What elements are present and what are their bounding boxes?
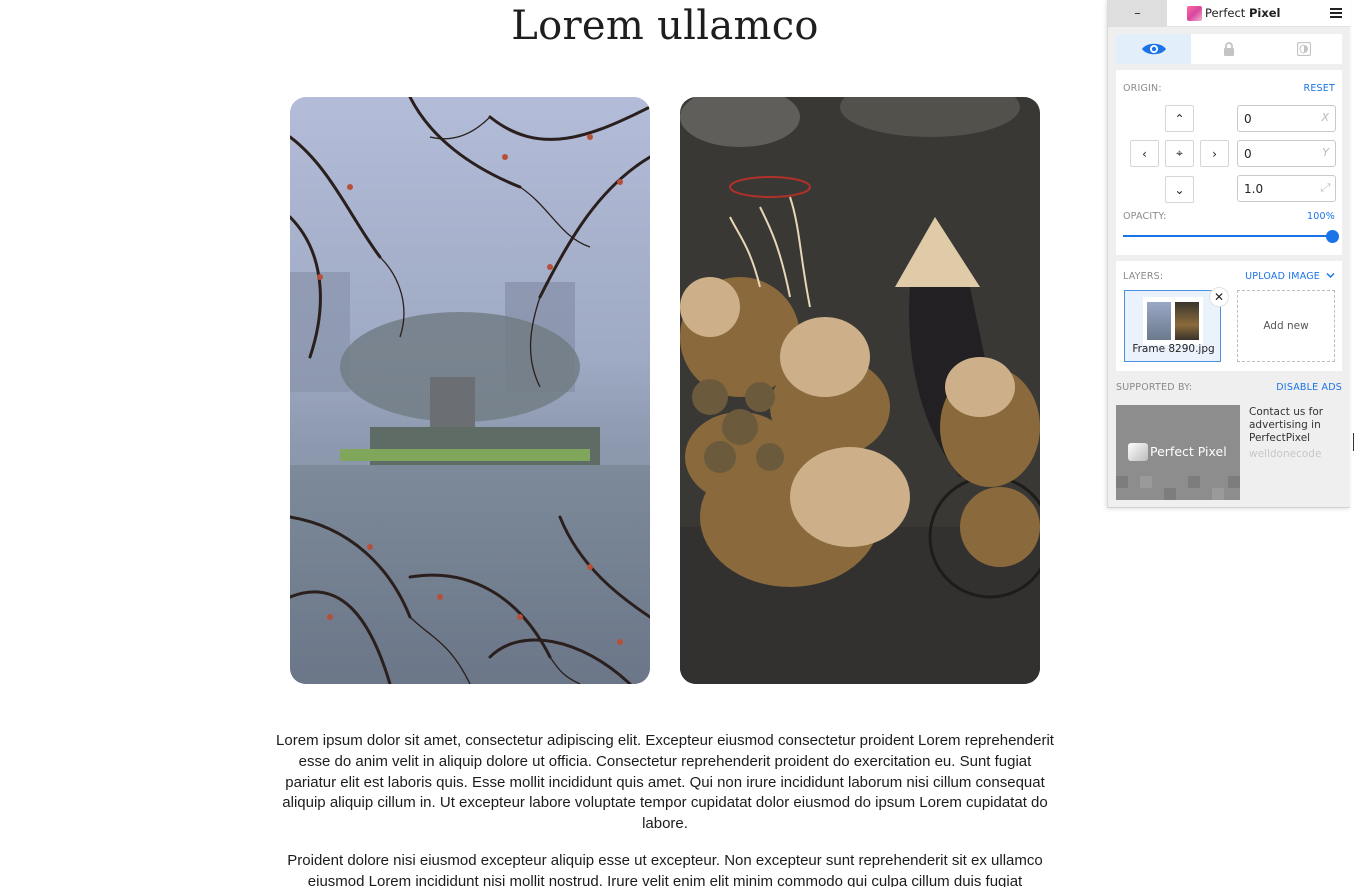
add-new-layer-button[interactable]: Add new <box>1237 290 1335 362</box>
x-suffix: X <box>1321 111 1329 124</box>
paragraph-1: Lorem ipsum dolor sit amet, consectetur … <box>276 732 1054 833</box>
lake-photo <box>290 97 650 684</box>
upload-image-button[interactable]: UPLOAD IMAGE <box>1245 271 1320 282</box>
ad-sponsor[interactable]: welldonecode <box>1249 448 1321 460</box>
perfect-pixel-ad-logo-icon <box>1128 443 1148 461</box>
opacity-slider[interactable] <box>1123 235 1332 237</box>
baskets-photo <box>680 97 1040 684</box>
chevron-right-icon: › <box>1212 146 1217 161</box>
disable-ads-button[interactable]: DISABLE ADS <box>1276 382 1342 393</box>
brand-name: Perfect Pixel <box>1205 6 1281 20</box>
chevron-left-icon: ‹ <box>1142 146 1147 161</box>
move-up-button[interactable]: ⌃ <box>1165 105 1194 132</box>
tab-visibility[interactable] <box>1116 34 1191 64</box>
perfect-pixel-panel: – Perfect Pixel ORIGIN: RESET ⌃ ‹ ⌖ › ⌄ … <box>1107 0 1351 508</box>
panel-header: – Perfect Pixel <box>1108 0 1351 27</box>
paragraph-2: Proident dolore nisi eiusmod excepteur a… <box>287 852 1043 887</box>
scrollbar-handle[interactable] <box>1353 433 1354 451</box>
y-field[interactable]: Y <box>1237 140 1336 167</box>
x-field[interactable]: X <box>1237 105 1336 132</box>
center-icon: ⌖ <box>1176 146 1183 160</box>
opacity-slider-thumb[interactable] <box>1325 230 1339 243</box>
layers-label: LAYERS: <box>1123 271 1164 282</box>
layer-name: Frame 8290.jpg <box>1132 343 1215 355</box>
resize-icon: ⤢ <box>1320 181 1329 194</box>
reset-button[interactable]: RESET <box>1304 83 1335 94</box>
x-input[interactable] <box>1244 111 1310 127</box>
mode-tabs <box>1116 34 1342 64</box>
eye-icon <box>1141 43 1166 55</box>
tab-lock[interactable] <box>1191 34 1266 64</box>
origin-label: ORIGIN: <box>1123 83 1162 94</box>
minimize-button[interactable]: – <box>1108 0 1167 27</box>
remove-layer-close-icon[interactable]: ✕ <box>1209 287 1229 307</box>
lock-icon <box>1223 42 1234 56</box>
page-title: Lorem ullamco <box>511 3 819 49</box>
hamburger-menu-icon[interactable] <box>1327 5 1345 21</box>
tab-invert[interactable] <box>1266 34 1342 64</box>
ad-text[interactable]: Contact us for advertising in PerfectPix… <box>1249 406 1339 445</box>
perfect-pixel-logo-icon <box>1187 6 1202 21</box>
ad-logo-text: Perfect Pixel <box>1150 444 1227 459</box>
opacity-value: 100% <box>1307 211 1335 222</box>
move-right-button[interactable]: › <box>1200 140 1229 167</box>
layer-thumbnail <box>1143 297 1203 345</box>
advertisement-banner[interactable]: Perfect Pixel <box>1116 405 1240 500</box>
layer-item[interactable]: Frame 8290.jpg <box>1124 290 1221 362</box>
origin-section: ORIGIN: RESET ⌃ ‹ ⌖ › ⌄ X Y ⤢ OPACITY: <box>1116 70 1342 255</box>
chevron-up-icon: ⌃ <box>1174 111 1185 126</box>
chevron-down-icon[interactable] <box>1326 272 1335 279</box>
move-left-button[interactable]: ‹ <box>1130 140 1159 167</box>
supported-by-label: SUPPORTED BY: <box>1116 382 1193 393</box>
chevron-down-icon: ⌄ <box>1174 182 1185 197</box>
move-down-button[interactable]: ⌄ <box>1165 176 1194 203</box>
scale-field[interactable]: ⤢ <box>1237 175 1336 202</box>
scale-input[interactable] <box>1244 181 1310 197</box>
y-suffix: Y <box>1322 146 1329 159</box>
layers-section: LAYERS: UPLOAD IMAGE Frame 8290.jpg ✕ Ad… <box>1116 261 1342 371</box>
opacity-label: OPACITY: <box>1123 211 1167 222</box>
y-input[interactable] <box>1244 146 1310 162</box>
center-origin-button[interactable]: ⌖ <box>1165 140 1194 167</box>
invert-icon <box>1297 42 1311 56</box>
